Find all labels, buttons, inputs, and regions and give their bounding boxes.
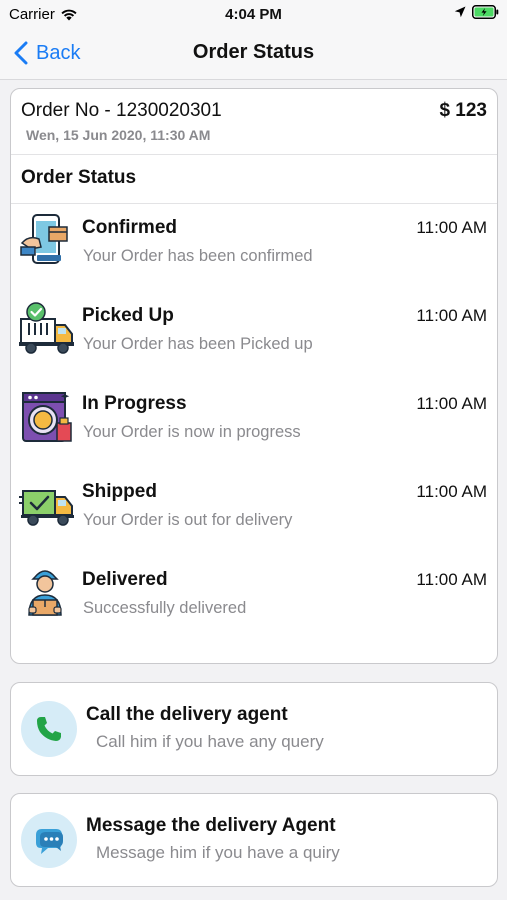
step-description: Your Order is out for delivery	[83, 511, 293, 529]
phone-order-icon	[20, 214, 68, 264]
pickup-truck-icon	[19, 302, 74, 354]
step-time: 11:00 AM	[416, 306, 487, 325]
chat-bubble-icon	[36, 829, 63, 854]
phone-icon	[37, 717, 61, 741]
divider	[11, 203, 497, 204]
action-subtitle: Message him if you have a quiry	[96, 843, 340, 862]
back-label: Back	[36, 41, 81, 64]
delivery-person-icon	[28, 570, 62, 616]
step-title: Shipped	[82, 481, 157, 502]
action-subtitle: Call him if you have any query	[96, 732, 324, 751]
step-description: Successfully delivered	[83, 599, 247, 617]
step-description: Your Order is now in progress	[83, 423, 301, 441]
washing-machine-icon	[22, 392, 72, 442]
step-time: 11:00 AM	[416, 218, 487, 237]
location-arrow-icon	[454, 6, 466, 18]
order-header: Order No - 1230020301 Wen, 15 Jun 2020, …	[11, 89, 497, 155]
order-status-card: Order No - 1230020301 Wen, 15 Jun 2020, …	[10, 88, 498, 664]
step-time: 11:00 AM	[416, 394, 487, 413]
status-step-picked-up: Picked Up Your Order has been Picked up …	[11, 295, 497, 375]
phone-icon-badge	[21, 701, 77, 757]
step-description: Your Order has been confirmed	[83, 247, 313, 265]
order-amount: $ 123	[439, 100, 487, 121]
order-date: Wen, 15 Jun 2020, 11:30 AM	[26, 127, 211, 143]
step-title: Delivered	[82, 569, 168, 590]
status-bar: Carrier 4:04 PM	[0, 0, 507, 28]
call-agent-button[interactable]: Call the delivery agent Call him if you …	[10, 682, 498, 776]
order-number: Order No - 1230020301	[21, 100, 222, 121]
chevron-left-icon	[14, 41, 28, 65]
step-title: In Progress	[82, 393, 187, 414]
delivery-truck-icon	[19, 490, 74, 526]
clock: 4:04 PM	[225, 6, 282, 23]
status-indicators	[454, 5, 499, 19]
action-title: Call the delivery agent	[86, 704, 288, 725]
status-step-in-progress: In Progress Your Order is now in progres…	[11, 383, 497, 463]
action-title: Message the delivery Agent	[86, 815, 336, 836]
status-step-delivered: Delivered Successfully delivered 11:00 A…	[11, 559, 497, 639]
step-title: Picked Up	[82, 305, 174, 326]
navigation-bar: Back Order Status	[0, 28, 507, 80]
chat-icon-badge	[21, 812, 77, 868]
section-title: Order Status	[21, 167, 137, 188]
status-step-confirmed: Confirmed Your Order has been confirmed …	[11, 207, 497, 287]
step-time: 11:00 AM	[416, 570, 487, 589]
message-agent-button[interactable]: Message the delivery Agent Message him i…	[10, 793, 498, 887]
step-time: 11:00 AM	[416, 482, 487, 501]
step-title: Confirmed	[82, 217, 177, 238]
battery-icon	[472, 5, 499, 19]
step-description: Your Order has been Picked up	[83, 335, 313, 353]
back-button[interactable]: Back	[14, 38, 80, 68]
status-step-shipped: Shipped Your Order is out for delivery 1…	[11, 471, 497, 551]
